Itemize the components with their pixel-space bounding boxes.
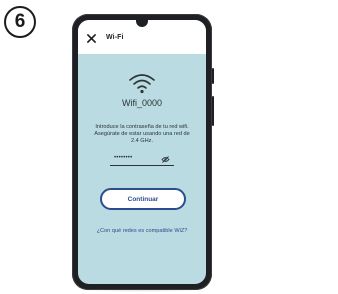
compatible-networks-link[interactable]: ¿Con qué redes es compatible WiZ? xyxy=(88,228,196,235)
phone-side-button xyxy=(212,68,214,84)
password-field[interactable]: •••••••• xyxy=(110,155,174,167)
close-icon[interactable] xyxy=(87,34,96,43)
continue-button[interactable]: Continuar xyxy=(100,188,186,210)
step-number-badge: 6 xyxy=(4,6,36,38)
eye-off-icon[interactable] xyxy=(161,156,170,163)
phone-side-button xyxy=(212,96,214,126)
network-name: Wifi_0000 xyxy=(121,98,163,108)
app-bar-title: Wi-Fi xyxy=(106,34,124,41)
instructions-text: Introduce la contraseña de tu red wifi. … xyxy=(94,124,190,144)
wifi-icon xyxy=(129,74,155,94)
password-underline xyxy=(110,165,174,166)
phone-screen: Wi-Fi Wifi_0000 Introduce la contraseña … xyxy=(78,20,206,284)
password-value[interactable]: •••••••• xyxy=(114,155,132,161)
